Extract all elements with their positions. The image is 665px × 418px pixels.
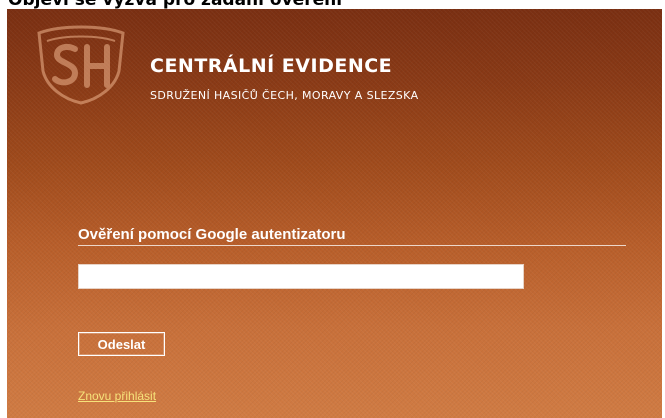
sh-cmsh-logo-icon bbox=[37, 25, 125, 105]
submit-button[interactable]: Odeslat bbox=[78, 332, 165, 356]
login-panel: CENTRÁLNÍ EVIDENCE SDRUŽENÍ HASIČŮ ČECH,… bbox=[7, 9, 662, 418]
app-title: CENTRÁLNÍ EVIDENCE bbox=[150, 55, 393, 77]
app-subtitle: SDRUŽENÍ HASIČŮ ČECH, MORAVY A SLEZSKA bbox=[150, 89, 419, 102]
heading-divider bbox=[78, 245, 626, 246]
verification-heading: Ověření pomocí Google autentizatoru bbox=[78, 226, 346, 243]
verification-code-input[interactable] bbox=[78, 264, 524, 289]
relogin-link[interactable]: Znovu přihlásit bbox=[78, 389, 156, 403]
